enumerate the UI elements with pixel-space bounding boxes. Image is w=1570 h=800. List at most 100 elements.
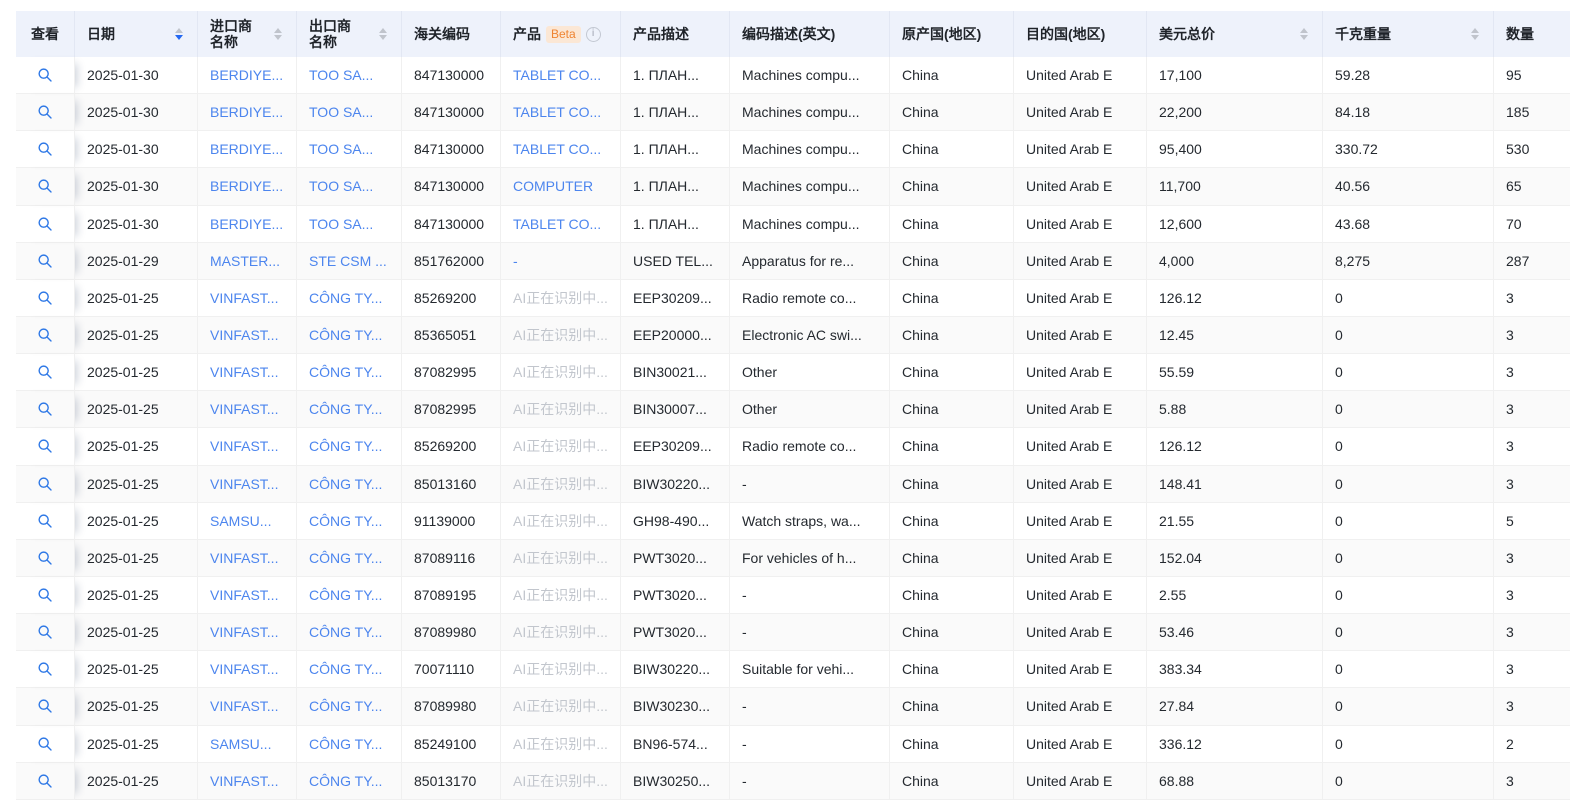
sort-control-exporter[interactable] [379,28,387,40]
exporter-link[interactable]: CÔNG TY... [309,327,382,343]
importer-link[interactable]: VINFAST... [210,624,278,640]
sort-control-importer[interactable] [274,28,282,40]
magnifier-icon[interactable] [37,104,53,120]
magnifier-icon[interactable] [37,290,53,306]
importer-link[interactable]: VINFAST... [210,290,278,306]
exporter-link[interactable]: CÔNG TY... [309,476,382,492]
exporter-link[interactable]: TOO SA... [309,216,373,232]
importer-link[interactable]: VINFAST... [210,661,278,677]
view-row-button[interactable] [32,545,58,571]
info-icon[interactable]: i [586,27,601,42]
importer-link[interactable]: BERDIYE... [210,216,283,232]
importer-link[interactable]: VINFAST... [210,476,278,492]
column-header-date[interactable]: 日期 [75,11,198,57]
importer-link[interactable]: VINFAST... [210,364,278,380]
view-row-button[interactable] [32,731,58,757]
exporter-link[interactable]: CÔNG TY... [309,401,382,417]
view-row-button[interactable] [32,471,58,497]
sort-control-weight_kg[interactable] [1471,28,1479,40]
sort-desc-icon[interactable] [379,35,387,40]
view-row-button[interactable] [32,136,58,162]
exporter-link[interactable]: CÔNG TY... [309,661,382,677]
exporter-link[interactable]: TOO SA... [309,104,373,120]
exporter-link[interactable]: CÔNG TY... [309,624,382,640]
magnifier-icon[interactable] [37,476,53,492]
importer-link[interactable]: SAMSU... [210,513,271,529]
exporter-link[interactable]: CÔNG TY... [309,550,382,566]
view-row-button[interactable] [32,62,58,88]
exporter-link[interactable]: CÔNG TY... [309,736,382,752]
column-header-exporter[interactable]: 出口商名称 [297,11,402,57]
importer-link[interactable]: VINFAST... [210,438,278,454]
importer-link[interactable]: BERDIYE... [210,67,283,83]
sort-control-date[interactable] [175,28,183,40]
importer-link[interactable]: BERDIYE... [210,104,283,120]
view-row-button[interactable] [32,99,58,125]
magnifier-icon[interactable] [37,401,53,417]
exporter-link[interactable]: TOO SA... [309,141,373,157]
magnifier-icon[interactable] [37,67,53,83]
product-link[interactable]: TABLET CO... [513,104,601,120]
magnifier-icon[interactable] [37,253,53,269]
magnifier-icon[interactable] [37,178,53,194]
importer-link[interactable]: SAMSU... [210,736,271,752]
view-row-button[interactable] [32,285,58,311]
importer-link[interactable]: VINFAST... [210,327,278,343]
product-link[interactable]: TABLET CO... [513,67,601,83]
magnifier-icon[interactable] [37,141,53,157]
sort-desc-icon[interactable] [1300,35,1308,40]
product-link[interactable]: - [513,253,518,269]
magnifier-icon[interactable] [37,698,53,714]
exporter-link[interactable]: TOO SA... [309,67,373,83]
magnifier-icon[interactable] [37,327,53,343]
sort-asc-icon[interactable] [1300,28,1308,33]
magnifier-icon[interactable] [37,364,53,380]
magnifier-icon[interactable] [37,736,53,752]
exporter-link[interactable]: CÔNG TY... [309,773,382,789]
view-row-button[interactable] [32,359,58,385]
magnifier-icon[interactable] [37,513,53,529]
importer-link[interactable]: VINFAST... [210,587,278,603]
exporter-link[interactable]: STE CSM ... [309,253,387,269]
importer-link[interactable]: VINFAST... [210,550,278,566]
magnifier-icon[interactable] [37,624,53,640]
sort-control-usd_total[interactable] [1300,28,1308,40]
exporter-link[interactable]: CÔNG TY... [309,587,382,603]
magnifier-icon[interactable] [37,773,53,789]
product-link[interactable]: COMPUTER [513,178,593,194]
exporter-link[interactable]: CÔNG TY... [309,698,382,714]
magnifier-icon[interactable] [37,661,53,677]
importer-link[interactable]: VINFAST... [210,401,278,417]
exporter-link[interactable]: CÔNG TY... [309,364,382,380]
view-row-button[interactable] [32,433,58,459]
view-row-button[interactable] [32,211,58,237]
view-row-button[interactable] [32,768,58,794]
magnifier-icon[interactable] [37,438,53,454]
sort-asc-icon[interactable] [175,28,183,33]
importer-link[interactable]: VINFAST... [210,773,278,789]
view-row-button[interactable] [32,582,58,608]
sort-asc-icon[interactable] [379,28,387,33]
exporter-link[interactable]: TOO SA... [309,178,373,194]
magnifier-icon[interactable] [37,587,53,603]
view-row-button[interactable] [32,619,58,645]
view-row-button[interactable] [32,173,58,199]
view-row-button[interactable] [32,508,58,534]
sort-desc-icon[interactable] [1471,35,1479,40]
sort-asc-icon[interactable] [274,28,282,33]
column-header-weight_kg[interactable]: 千克重量 [1323,11,1494,57]
importer-link[interactable]: BERDIYE... [210,141,283,157]
view-row-button[interactable] [32,656,58,682]
sort-asc-icon[interactable] [1471,28,1479,33]
view-row-button[interactable] [32,693,58,719]
importer-link[interactable]: VINFAST... [210,698,278,714]
view-row-button[interactable] [32,396,58,422]
column-header-usd_total[interactable]: 美元总价 [1147,11,1323,57]
magnifier-icon[interactable] [37,550,53,566]
exporter-link[interactable]: CÔNG TY... [309,290,382,306]
view-row-button[interactable] [32,248,58,274]
view-row-button[interactable] [32,322,58,348]
sort-desc-icon[interactable] [274,35,282,40]
product-link[interactable]: TABLET CO... [513,216,601,232]
magnifier-icon[interactable] [37,216,53,232]
